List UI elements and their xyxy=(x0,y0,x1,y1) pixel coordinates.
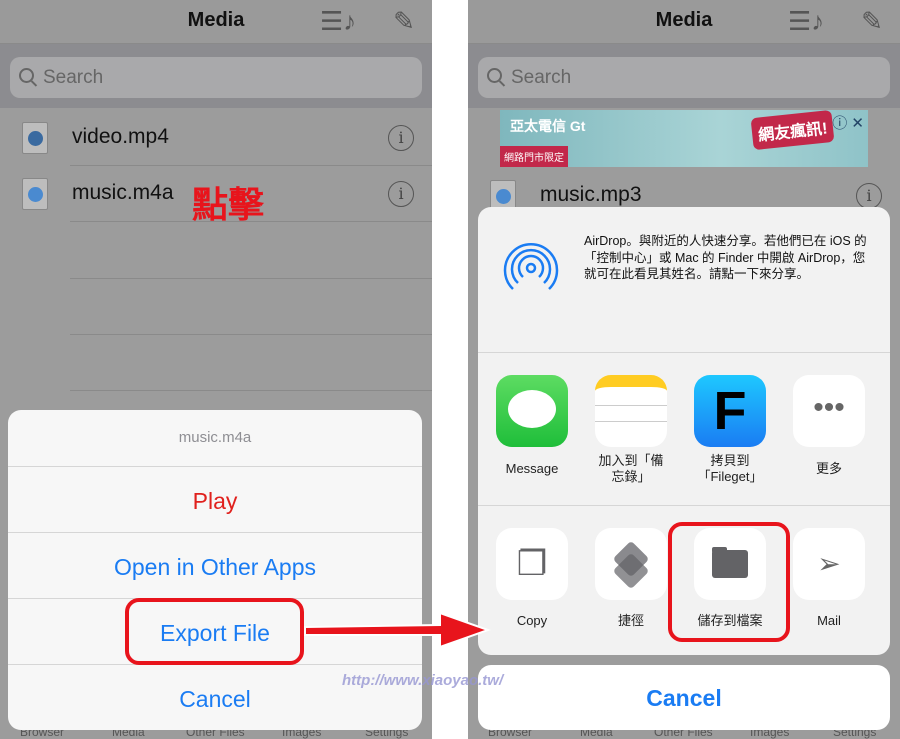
app-label: 更多 xyxy=(815,461,842,476)
cancel-button[interactable]: Cancel xyxy=(478,685,890,712)
music-list-icon[interactable]: ☰♪ xyxy=(320,6,356,36)
compose-icon[interactable]: ✎ xyxy=(388,6,420,36)
shortcuts-icon[interactable] xyxy=(595,528,667,600)
action-sheet-title: music.m4a xyxy=(178,429,252,446)
app-label: 加入到「備忘錄」 xyxy=(598,453,664,484)
music-list-icon[interactable]: ☰♪ xyxy=(788,6,824,36)
file-row[interactable]: video.mp4 i xyxy=(0,110,432,166)
ad-tag: 網路門市限定 xyxy=(500,146,568,167)
app-label: 拷貝到「Fileget」 xyxy=(697,453,763,484)
file-name: music.mp3 xyxy=(540,183,642,206)
music-file-icon xyxy=(22,178,48,210)
share-cancel-group: Cancel xyxy=(478,665,890,730)
nav-title: Media xyxy=(655,9,713,31)
more-icon[interactable]: ••• xyxy=(793,375,865,447)
open-in-other-apps-button[interactable]: Open in Other Apps xyxy=(8,554,422,581)
right-screenshot: Media ☰♪ ✎ Search 亞太電信 Gt 網路門市限定 網友瘋訊! ⓘ… xyxy=(468,0,900,739)
airdrop-description: AirDrop。與附近的人快速分享。若他們已在 iOS 的「控制中心」或 Mac… xyxy=(584,234,867,281)
arrow-annotation xyxy=(304,611,491,649)
info-icon[interactable]: i xyxy=(388,181,414,207)
nav-bar: Media ☰♪ ✎ xyxy=(468,0,900,44)
nav-title: Media xyxy=(187,9,245,31)
search-bar: Search xyxy=(0,44,432,108)
tap-annotation: 點擊 xyxy=(192,184,265,225)
copy-icon[interactable]: ❐ xyxy=(496,528,568,600)
fileget-icon[interactable]: F xyxy=(694,375,766,447)
ad-close-icon[interactable]: ⓘ ✕ xyxy=(832,112,864,133)
file-name: video.mp4 xyxy=(72,125,169,148)
app-label: Message xyxy=(505,461,559,476)
tab-bar: Browser Media Other Files Images Setting… xyxy=(0,725,432,739)
search-placeholder: Search xyxy=(43,67,104,88)
compose-icon[interactable]: ✎ xyxy=(856,6,888,36)
search-icon xyxy=(19,68,34,83)
info-icon[interactable]: i xyxy=(388,125,414,151)
file-name: music.m4a xyxy=(72,181,174,204)
nav-bar: Media ☰♪ ✎ xyxy=(0,0,432,44)
watermark: http://www.xiaoyao.tw/ xyxy=(342,672,504,689)
quicktime-file-icon xyxy=(22,122,48,154)
airdrop-icon xyxy=(503,242,559,290)
ad-headline: 網友瘋訊! xyxy=(750,110,835,151)
ad-brand: 亞太電信 Gt xyxy=(510,118,586,134)
tab-bar: Browser Media Other Files Images Setting… xyxy=(468,725,900,739)
ad-banner[interactable]: 亞太電信 Gt 網路門市限定 網友瘋訊! ⓘ ✕ xyxy=(500,110,868,167)
messages-icon[interactable] xyxy=(496,375,568,447)
action-label: 捷徑 xyxy=(617,613,644,628)
search-input[interactable]: Search xyxy=(478,57,890,98)
search-icon xyxy=(487,68,502,83)
highlight-export-file xyxy=(125,598,304,665)
cancel-button[interactable]: Cancel xyxy=(8,686,422,713)
action-label: Copy xyxy=(516,613,548,628)
play-button[interactable]: Play xyxy=(8,488,422,515)
search-bar: Search xyxy=(468,44,900,108)
highlight-save-to-files xyxy=(668,522,790,642)
send-icon[interactable]: ➢ xyxy=(793,528,865,600)
search-input[interactable]: Search xyxy=(10,57,422,98)
search-placeholder: Search xyxy=(511,67,572,88)
action-label: Mail xyxy=(817,613,841,628)
info-icon[interactable]: i xyxy=(856,183,882,209)
notes-icon[interactable] xyxy=(595,375,667,447)
